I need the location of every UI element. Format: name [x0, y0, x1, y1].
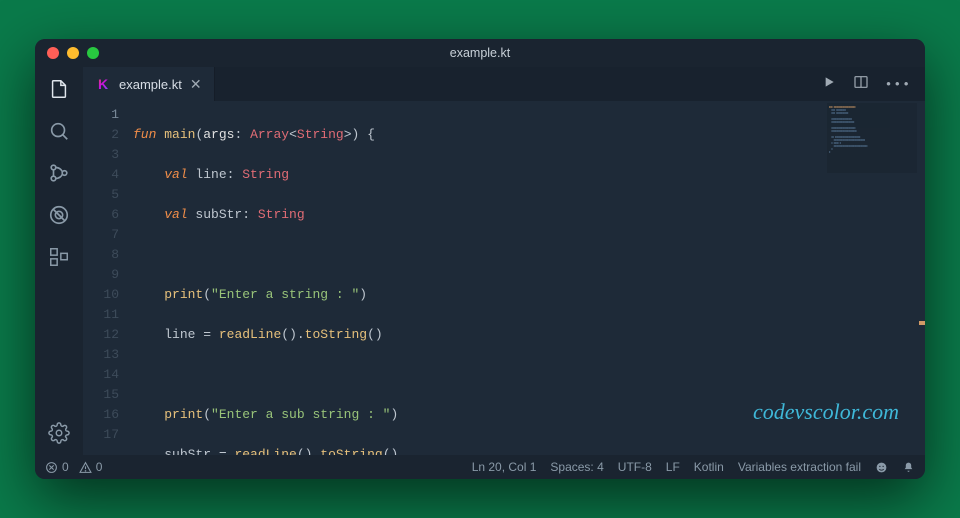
kotlin-file-icon: K — [95, 76, 111, 92]
window-title: example.kt — [35, 46, 925, 60]
status-warnings[interactable]: 0 — [79, 460, 103, 474]
window-body: K example.kt ✕ ••• 1 2 3 4 5 6 — [35, 67, 925, 455]
status-indentation[interactable]: Spaces: 4 — [550, 460, 603, 474]
extensions-icon[interactable] — [47, 245, 71, 269]
debug-icon[interactable] — [47, 203, 71, 227]
tab-bar: K example.kt ✕ ••• — [83, 67, 925, 101]
tab-example-kt[interactable]: K example.kt ✕ — [83, 67, 215, 101]
activity-bar — [35, 67, 83, 455]
status-message[interactable]: Variables extraction fail — [738, 460, 861, 474]
editor-area: K example.kt ✕ ••• 1 2 3 4 5 6 — [83, 67, 925, 455]
status-cursor-position[interactable]: Ln 20, Col 1 — [472, 460, 537, 474]
more-actions-icon[interactable]: ••• — [885, 77, 911, 92]
explorer-icon[interactable] — [47, 77, 71, 101]
line-number-gutter: 1 2 3 4 5 6 7 8 9 10 11 12 13 14 15 16 1 — [83, 101, 133, 455]
close-tab-icon[interactable]: ✕ — [190, 76, 202, 93]
status-bar: 0 0 Ln 20, Col 1 Spaces: 4 UTF-8 LF Kotl… — [35, 455, 925, 479]
titlebar: example.kt — [35, 39, 925, 67]
minimap[interactable]: ▄▄▄ ▄▄▄▄▄▄▄▄▄▄▄▄▄▄▄▄▄▄ ▄▄▄ ▄▄▄▄▄▄▄▄ ▄▄▄ … — [827, 103, 917, 173]
search-icon[interactable] — [47, 119, 71, 143]
status-encoding[interactable]: UTF-8 — [618, 460, 652, 474]
status-language[interactable]: Kotlin — [694, 460, 724, 474]
run-icon[interactable] — [821, 74, 837, 94]
status-eol[interactable]: LF — [666, 460, 680, 474]
editor-actions: ••• — [821, 67, 925, 101]
status-bell-icon[interactable] — [902, 461, 915, 474]
status-errors[interactable]: 0 — [45, 460, 69, 474]
settings-gear-icon[interactable] — [47, 421, 71, 445]
editor-window: example.kt — [35, 39, 925, 479]
scroll-decoration — [919, 321, 925, 325]
split-editor-icon[interactable] — [853, 74, 869, 94]
watermark: codevscolor.com — [753, 399, 899, 425]
status-feedback-icon[interactable] — [875, 461, 888, 474]
source-control-icon[interactable] — [47, 161, 71, 185]
tab-filename: example.kt — [119, 77, 182, 92]
